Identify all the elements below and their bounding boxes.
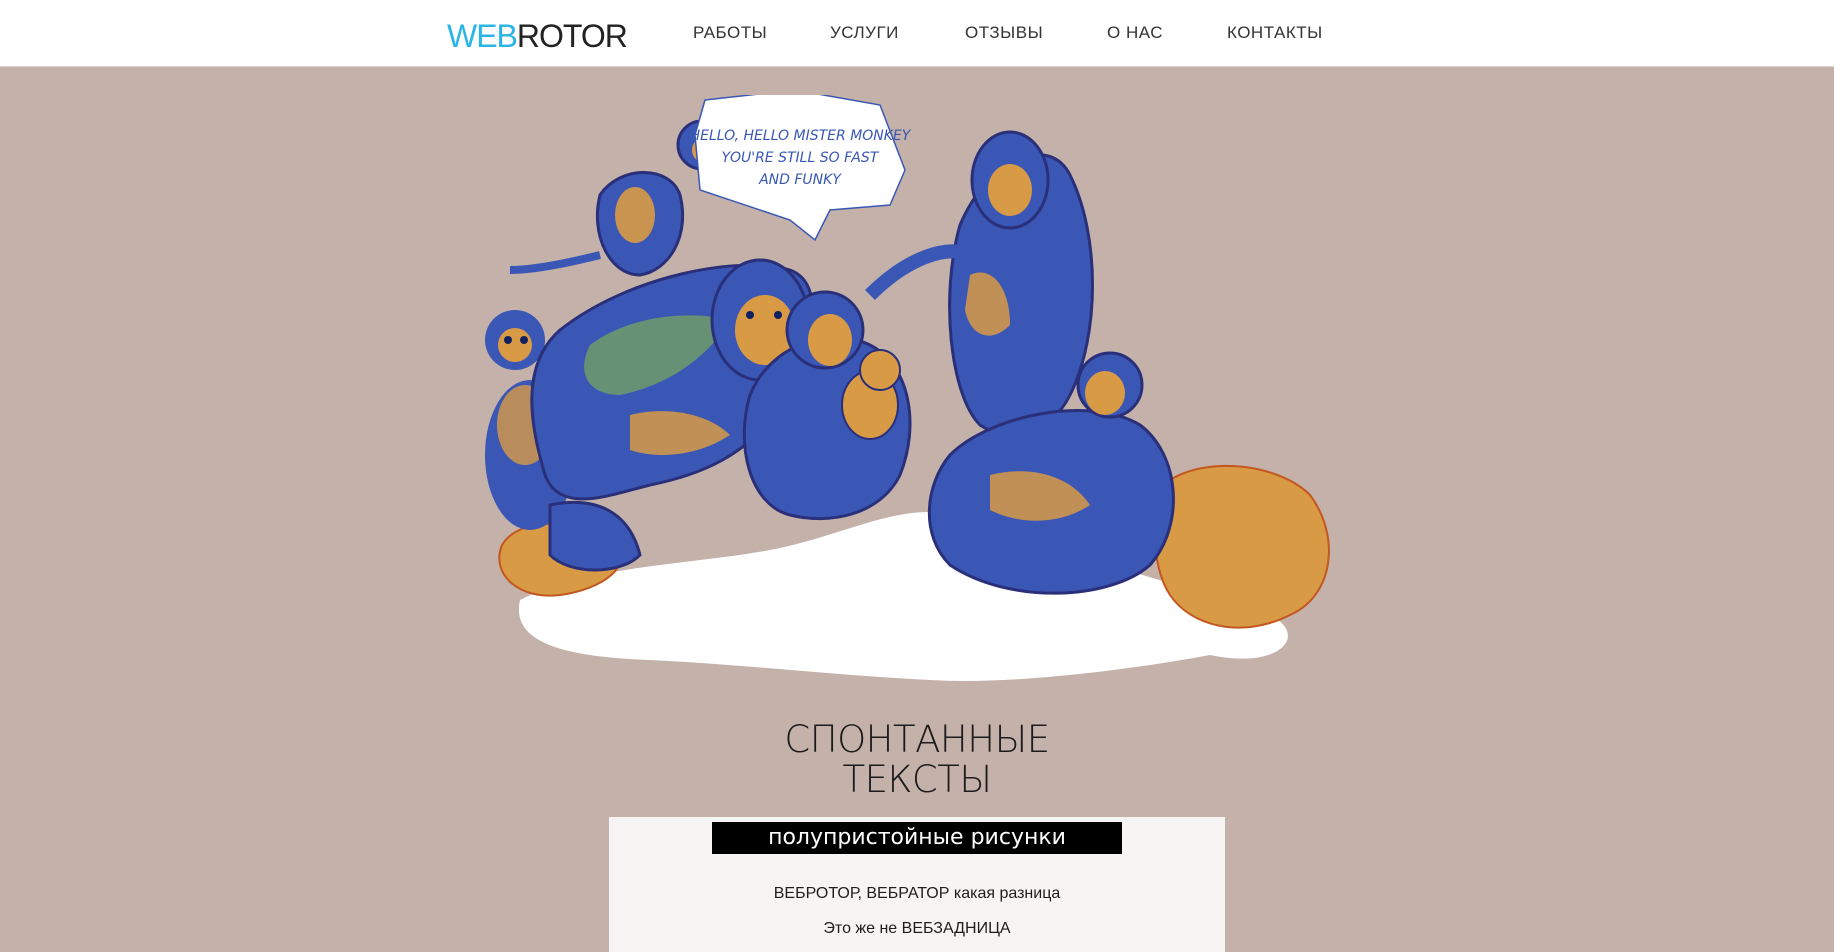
nav-item-reviews[interactable]: ОТЗЫВЫ: [965, 22, 1043, 44]
nav-item-contacts[interactable]: КОНТАКТЫ: [1227, 22, 1323, 44]
text-line-1: ВЕБРОТОР, ВЕБРАТОР какая разница: [773, 885, 1061, 902]
nav-item-about[interactable]: О НАС: [1107, 22, 1163, 44]
monkeys-illustration: HELLO, HELLO MISTER MONKEY YOU'RE STILL …: [485, 95, 1330, 681]
site-header: WEBROTOR РАБОТЫ УСЛУГИ ОТЗЫВЫ О НАС КОНТ…: [0, 0, 1834, 67]
section-title-line-2: ТЕКСТЫ: [842, 758, 993, 801]
main-nav: РАБОТЫ УСЛУГИ ОТЗЫВЫ О НАС КОНТАКТЫ: [0, 0, 1834, 66]
speech-line-2: YOU'RE STILL SO FAST: [722, 150, 880, 166]
text-line-2: Это же не ВЕБЗАДНИЦА: [823, 920, 1011, 937]
monkey-on-top: [509, 119, 728, 277]
speech-bubble: HELLO, HELLO MISTER MONKEY YOU'RE STILL …: [690, 95, 912, 242]
speech-line-1: HELLO, HELLO MISTER MONKEY: [690, 128, 912, 144]
speech-line-3: AND FUNKY: [758, 172, 842, 188]
category-tag[interactable]: полупристойные рисунки: [712, 822, 1122, 854]
section-title: СПОНТАННЫЕ ТЕКСТЫ: [600, 720, 1234, 800]
page: WEBROTOR РАБОТЫ УСЛУГИ ОТЗЫВЫ О НАС КОНТ…: [0, 0, 1834, 952]
rock-right: [1154, 464, 1330, 629]
content-card: полупристойные рисунки ВЕБРОТОР, ВЕБРАТО…: [609, 817, 1225, 952]
nav-item-services[interactable]: УСЛУГИ: [830, 22, 899, 44]
nav-item-works[interactable]: РАБОТЫ: [693, 22, 767, 44]
section-title-line-1: СПОНТАННЫЕ: [784, 718, 1050, 761]
